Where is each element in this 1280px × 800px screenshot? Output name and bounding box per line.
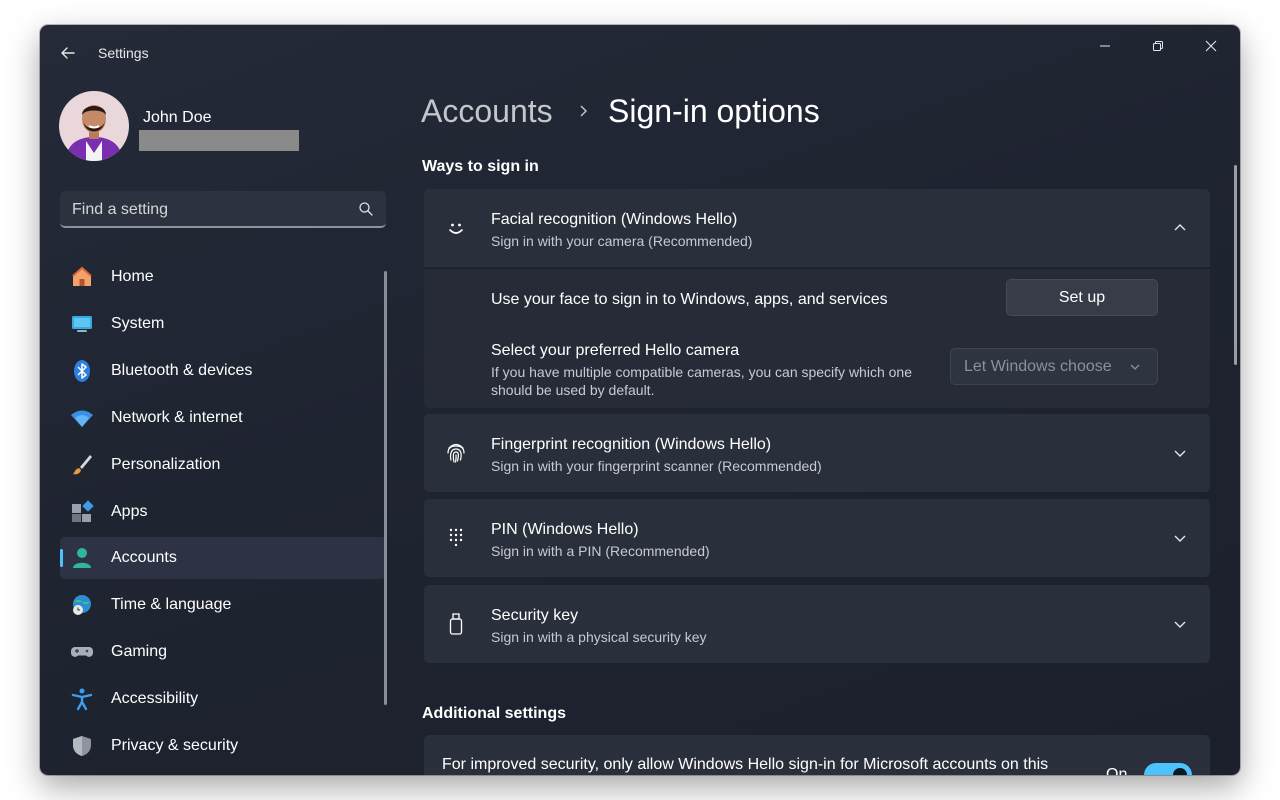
user-portrait-icon: [59, 91, 129, 161]
sidebar-item-bluetooth[interactable]: Bluetooth & devices: [60, 350, 386, 392]
page-title: Sign-in options: [608, 93, 820, 129]
accessibility-icon: [70, 687, 94, 711]
sidebar-item-accessibility[interactable]: Accessibility: [60, 678, 386, 720]
active-indicator: [60, 549, 63, 567]
fingerprint-subtitle: Sign in with your fingerprint scanner (R…: [491, 458, 822, 474]
toggle-state-text: On: [1106, 766, 1128, 775]
ways-to-sign-in-heading: Ways to sign in: [422, 158, 539, 175]
chevron-up-icon[interactable]: [1172, 220, 1188, 236]
sidebar-item-label: Gaming: [111, 643, 168, 660]
sidebar-item-label: Bluetooth & devices: [111, 362, 253, 379]
avatar[interactable]: [59, 91, 129, 161]
pin-keypad-icon: [444, 526, 468, 550]
fingerprint-recognition-card[interactable]: Fingerprint recognition (Windows Hello) …: [424, 414, 1210, 492]
fingerprint-title: Fingerprint recognition (Windows Hello): [491, 436, 772, 453]
sidebar-item-label: Accessibility: [111, 690, 199, 707]
sidebar-item-label: Home: [111, 268, 154, 285]
pin-card[interactable]: PIN (Windows Hello) Sign in with a PIN (…: [424, 499, 1210, 577]
security-key-title: Security key: [491, 607, 579, 624]
hello-only-setting-label: For improved security, only allow Window…: [442, 756, 1049, 773]
gamepad-icon: [70, 640, 94, 664]
minimize-button[interactable]: [1082, 33, 1128, 59]
sidebar-item-label: System: [111, 315, 165, 332]
user-name: John Doe: [143, 109, 212, 126]
wifi-icon: [70, 406, 94, 430]
facial-recognition-header[interactable]: Facial recognition (Windows Hello) Sign …: [424, 189, 1210, 267]
bluetooth-icon: [70, 359, 94, 383]
hello-camera-description: If you have multiple compatible cameras,…: [491, 364, 912, 398]
sidebar-item-label: Time & language: [111, 596, 232, 613]
security-key-subtitle: Sign in with a physical security key: [491, 629, 707, 645]
restore-icon: [1153, 41, 1163, 51]
sidebar-item-time-language[interactable]: Time & language: [60, 584, 386, 626]
back-arrow-icon: [61, 47, 75, 59]
fingerprint-icon: [444, 441, 468, 465]
facial-recognition-details: Use your face to sign in to Windows, app…: [424, 268, 1210, 408]
back-button[interactable]: [56, 41, 80, 65]
sidebar-item-privacy[interactable]: Privacy & security: [60, 725, 386, 767]
close-icon: [1205, 40, 1217, 52]
additional-settings-heading: Additional settings: [422, 705, 566, 722]
sidebar-item-apps[interactable]: Apps: [60, 491, 386, 533]
close-button[interactable]: [1188, 33, 1234, 59]
sidebar-item-home[interactable]: Home: [60, 256, 386, 298]
system-icon: [70, 312, 94, 336]
user-email-redacted: [139, 130, 299, 151]
home-icon: [70, 265, 94, 289]
breadcrumb-accounts[interactable]: Accounts: [421, 93, 553, 130]
hello-camera-selected-value: Let Windows choose: [964, 358, 1112, 375]
chevron-down-icon: [1130, 364, 1140, 370]
sidebar-item-label: Personalization: [111, 456, 221, 473]
search-placeholder: Find a setting: [72, 201, 169, 218]
sidebar-item-personalization[interactable]: Personalization: [60, 444, 386, 486]
minimize-icon: [1100, 45, 1110, 47]
sidebar-item-system[interactable]: System: [60, 303, 386, 345]
chevron-down-icon[interactable]: [1172, 530, 1188, 546]
usb-key-icon: [444, 612, 468, 636]
sidebar-item-accounts[interactable]: Accounts: [60, 537, 386, 579]
security-key-card[interactable]: Security key Sign in with a physical sec…: [424, 585, 1210, 663]
apps-icon: [70, 500, 94, 524]
chevron-down-icon[interactable]: [1172, 445, 1188, 461]
main-scrollbar[interactable]: [1234, 165, 1237, 365]
facial-recognition-subtitle: Sign in with your camera (Recommended): [491, 233, 753, 249]
hello-camera-dropdown[interactable]: Let Windows choose: [950, 348, 1158, 385]
sidebar-item-gaming[interactable]: Gaming: [60, 631, 386, 673]
globe-clock-icon: [70, 593, 94, 617]
sidebar-item-label: Network & internet: [111, 409, 243, 426]
face-signin-label: Use your face to sign in to Windows, app…: [491, 291, 888, 308]
toggle-knob: [1173, 768, 1187, 775]
sidebar-item-label: Accounts: [111, 549, 177, 566]
app-title: Settings: [98, 45, 149, 61]
facial-recognition-card[interactable]: Facial recognition (Windows Hello) Sign …: [424, 189, 1210, 267]
pin-subtitle: Sign in with a PIN (Recommended): [491, 543, 710, 559]
smiley-face-icon: [444, 216, 468, 240]
brush-icon: [70, 453, 94, 477]
settings-window: Settings John Doe Find a setting Home Sy…: [40, 25, 1240, 775]
sidebar-scrollbar[interactable]: [384, 271, 387, 705]
pin-title: PIN (Windows Hello): [491, 521, 639, 538]
accounts-icon: [70, 546, 94, 570]
sidebar-item-label: Apps: [111, 503, 148, 520]
hello-only-toggle[interactable]: [1144, 763, 1192, 775]
facial-recognition-title: Facial recognition (Windows Hello): [491, 211, 738, 228]
chevron-down-icon[interactable]: [1172, 616, 1188, 632]
sidebar-item-label: Privacy & security: [111, 737, 239, 754]
title-bar: Settings: [40, 25, 1240, 81]
sidebar-item-network[interactable]: Network & internet: [60, 397, 386, 439]
search-input[interactable]: Find a setting: [60, 191, 386, 228]
shield-icon: [70, 734, 94, 758]
breadcrumb-chevron-icon: [580, 105, 587, 117]
search-icon: [359, 202, 373, 216]
hello-camera-title: Select your preferred Hello camera: [491, 342, 740, 359]
restore-button[interactable]: [1135, 33, 1181, 59]
set-up-button[interactable]: Set up: [1006, 279, 1158, 316]
